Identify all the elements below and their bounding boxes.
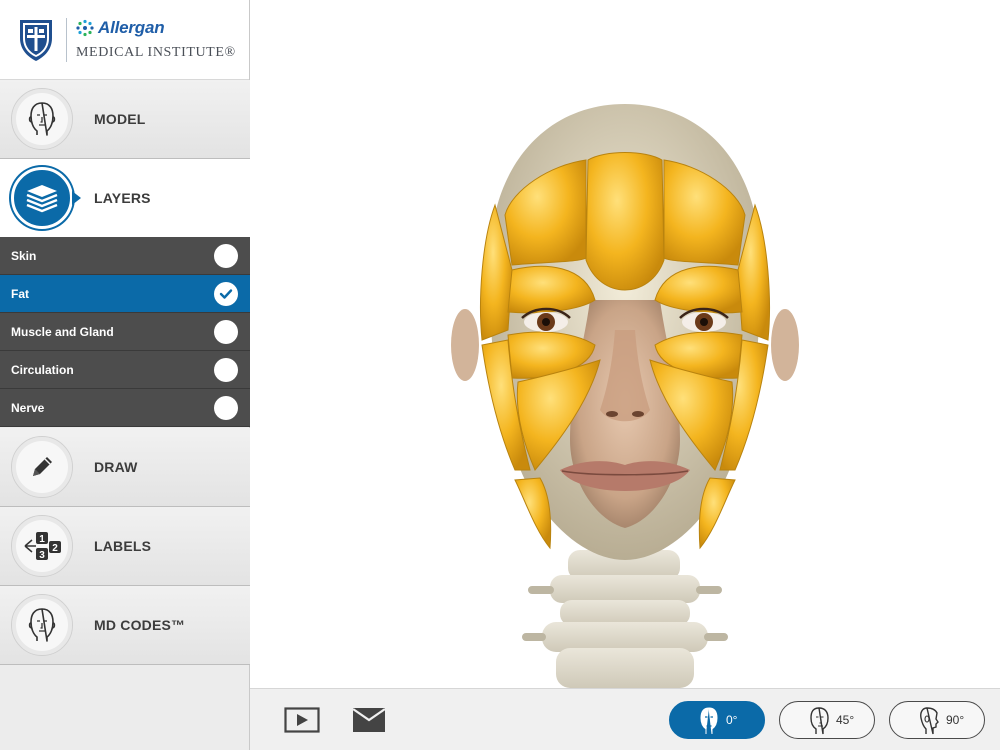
labels-icon-circle: 1 3 2: [11, 515, 73, 577]
brand-divider: [66, 18, 67, 62]
cervical-spine: [522, 550, 728, 688]
head-front-icon: [28, 102, 56, 136]
head-front-icon: [28, 608, 56, 642]
layer-label: Nerve: [11, 401, 45, 415]
nav-md-codes[interactable]: MD CODES™: [0, 586, 250, 665]
play-button[interactable]: [284, 707, 320, 738]
layers-icon-circle: [11, 167, 73, 229]
nav-model-label: MODEL: [94, 111, 146, 127]
layer-label: Fat: [11, 287, 29, 301]
institute-shield-logo: [20, 20, 52, 61]
face-model-image: [451, 104, 799, 688]
view-45-label: 45°: [836, 713, 855, 727]
sidebar: Allergan MEDICAL INSTITUTE® MODEL LAYERS: [0, 0, 250, 750]
numbered-labels-icon: 1 3 2: [24, 532, 61, 561]
model-viewer[interactable]: [250, 0, 1000, 688]
view-0-label: 0°: [726, 713, 738, 727]
layer-label: Circulation: [11, 363, 74, 377]
head-three-quarter-icon: [810, 707, 829, 735]
layer-toggle[interactable]: [214, 244, 238, 268]
layer-row-nerve[interactable]: Nerve: [0, 389, 250, 427]
layer-toggle[interactable]: [214, 396, 238, 420]
md-codes-icon-circle: [11, 594, 73, 656]
brand-name: Allergan: [76, 18, 165, 38]
allergan-dots-icon: [76, 19, 94, 37]
mail-icon: [352, 708, 386, 732]
layer-row-circulation[interactable]: Circulation: [0, 351, 250, 389]
view-45-button[interactable]: 45°: [779, 701, 875, 739]
view-90-button[interactable]: 90°: [889, 701, 985, 739]
layer-toggle[interactable]: [214, 320, 238, 344]
nav-md-codes-label: MD CODES™: [94, 617, 186, 633]
brand-name-text: Allergan: [98, 18, 165, 37]
layer-toggle[interactable]: [214, 282, 238, 306]
brand-subtitle: MEDICAL INSTITUTE®: [76, 45, 236, 60]
nav-draw-label: DRAW: [94, 459, 138, 475]
nav-layers-label: LAYERS: [94, 190, 151, 206]
checkmark-icon: [219, 289, 233, 299]
view-90-label: 90°: [946, 713, 965, 727]
model-icon-circle: [11, 88, 73, 150]
bottom-toolbar: 0° 45° 90°: [250, 688, 1000, 750]
layer-label: Muscle and Gland: [11, 325, 114, 339]
nav-layers[interactable]: LAYERS: [0, 159, 250, 238]
pencil-icon: [33, 457, 52, 476]
layer-label: Skin: [11, 249, 37, 263]
view-0-button[interactable]: 0°: [669, 701, 765, 739]
svg-text:3: 3: [39, 550, 45, 561]
layer-row-skin[interactable]: Skin: [0, 237, 250, 275]
nav-draw[interactable]: DRAW: [0, 428, 250, 507]
active-pointer: [72, 191, 81, 205]
draw-icon-circle: [11, 436, 73, 498]
play-icon: [284, 707, 320, 733]
head-profile-icon: [920, 707, 939, 735]
nav-labels-label: LABELS: [94, 538, 152, 554]
nav-model[interactable]: MODEL: [0, 80, 250, 159]
nav-labels[interactable]: 1 3 2 LABELS: [0, 507, 250, 586]
layer-toggle[interactable]: [214, 358, 238, 382]
brand-header: Allergan MEDICAL INSTITUTE®: [0, 0, 249, 80]
svg-text:2: 2: [52, 543, 58, 554]
head-front-icon: [700, 707, 718, 735]
email-button[interactable]: [352, 707, 386, 738]
layers-icon: [26, 185, 58, 213]
svg-text:1: 1: [39, 534, 45, 545]
layer-row-fat[interactable]: Fat: [0, 275, 250, 313]
layer-row-muscle-and-gland[interactable]: Muscle and Gland: [0, 313, 250, 351]
